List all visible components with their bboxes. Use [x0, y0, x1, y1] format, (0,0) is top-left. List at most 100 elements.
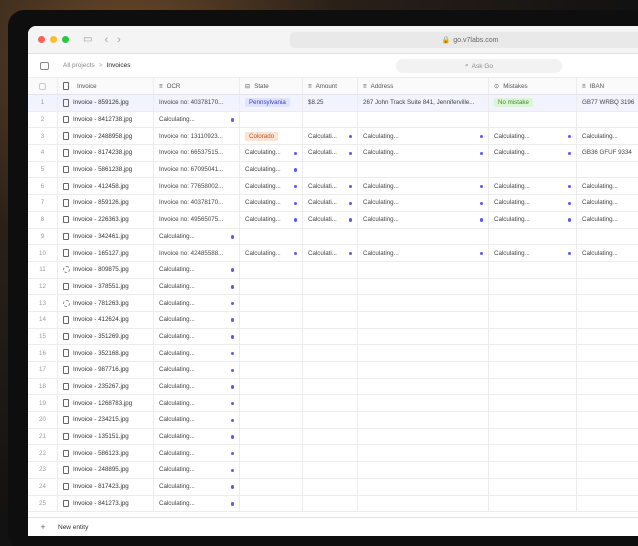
- address-cell[interactable]: [358, 311, 489, 328]
- mistakes-cell[interactable]: [489, 495, 577, 512]
- state-cell[interactable]: Calculating...: [240, 161, 303, 178]
- breadcrumb-all-projects[interactable]: All projects: [63, 62, 95, 69]
- state-cell[interactable]: [240, 428, 303, 445]
- invoice-cell[interactable]: Invoice - 412458.jpg: [58, 178, 154, 195]
- amount-cell[interactable]: [303, 228, 358, 245]
- iban-cell[interactable]: [577, 229, 638, 245]
- table-row[interactable]: 8 Invoice - 226363.jpg Invoice no: 4956507…: [28, 211, 638, 229]
- address-cell[interactable]: [358, 495, 489, 512]
- column-header-state[interactable]: ⊟ State: [240, 78, 303, 94]
- iban-cell[interactable]: [577, 412, 638, 428]
- amount-cell[interactable]: [303, 278, 358, 295]
- ocr-cell[interactable]: Calculating...: [154, 462, 240, 478]
- state-cell[interactable]: [240, 395, 303, 412]
- table-row[interactable]: 24 Invoice - 817423.jpg Calculating...: [28, 478, 638, 496]
- invoice-cell[interactable]: Invoice - 248895.jpg: [58, 462, 154, 478]
- ocr-cell[interactable]: Calculating...: [154, 445, 240, 462]
- address-cell[interactable]: Calculating...: [358, 245, 489, 261]
- invoice-cell[interactable]: Invoice - 817423.jpg: [58, 478, 154, 495]
- ocr-cell[interactable]: Calculating...: [154, 378, 240, 395]
- iban-cell[interactable]: Calculating...: [577, 212, 638, 228]
- mistakes-cell[interactable]: [489, 428, 577, 445]
- state-cell[interactable]: [240, 228, 303, 245]
- zoom-window-dot[interactable]: [62, 36, 69, 43]
- invoice-cell[interactable]: Invoice - 1268783.jpg: [58, 395, 154, 412]
- new-entity-button[interactable]: New entity: [58, 524, 88, 531]
- mistakes-cell[interactable]: [489, 478, 577, 495]
- amount-cell[interactable]: Calculati...: [303, 195, 358, 211]
- amount-cell[interactable]: [303, 412, 358, 428]
- mistakes-cell[interactable]: [489, 362, 577, 378]
- invoice-cell[interactable]: Invoice - 135151.jpg: [58, 428, 154, 445]
- state-cell[interactable]: Calculating...: [240, 145, 303, 161]
- iban-cell[interactable]: Calculating...: [577, 195, 638, 211]
- address-cell[interactable]: 267 John Track Suite 841, Jenniferville.…: [358, 95, 489, 111]
- invoice-cell[interactable]: Invoice - 5861238.jpg: [58, 161, 154, 178]
- state-cell[interactable]: [240, 311, 303, 328]
- amount-cell[interactable]: Calculati...: [303, 178, 358, 195]
- column-header-invoice[interactable]: Invoice: [58, 78, 154, 94]
- table-row[interactable]: 6 Invoice - 412458.jpg Invoice no: 7765800…: [28, 178, 638, 196]
- iban-cell[interactable]: [577, 496, 638, 512]
- invoice-cell[interactable]: Invoice - 8174238.jpg: [58, 145, 154, 161]
- column-header-address[interactable]: ≡ Address: [358, 78, 489, 94]
- mistakes-cell[interactable]: [489, 445, 577, 462]
- amount-cell[interactable]: [303, 395, 358, 412]
- ocr-cell[interactable]: Calculating...: [154, 278, 240, 295]
- iban-cell[interactable]: [577, 329, 638, 345]
- state-cell[interactable]: [240, 345, 303, 361]
- address-cell[interactable]: [358, 378, 489, 395]
- table-row[interactable]: 17 Invoice - 987716.jpg Calculating...: [28, 362, 638, 379]
- invoice-cell[interactable]: Invoice - 351269.jpg: [58, 328, 154, 345]
- address-cell[interactable]: Calculating...: [358, 145, 489, 161]
- invoice-cell[interactable]: Invoice - 378551.jpg: [58, 278, 154, 295]
- ocr-cell[interactable]: Invoice no: 66537515...: [154, 145, 240, 161]
- iban-cell[interactable]: [577, 445, 638, 461]
- ocr-cell[interactable]: Calculating...: [154, 495, 240, 512]
- amount-cell[interactable]: [303, 161, 358, 178]
- state-cell[interactable]: Pennsylvania: [240, 95, 303, 111]
- invoice-cell[interactable]: Invoice - 234215.jpg: [58, 412, 154, 428]
- mistakes-cell[interactable]: [489, 261, 577, 278]
- iban-cell[interactable]: [577, 162, 638, 178]
- amount-cell[interactable]: [303, 111, 358, 128]
- mistakes-cell[interactable]: [489, 378, 577, 395]
- ocr-cell[interactable]: Invoice no: 77658002...: [154, 178, 240, 195]
- invoice-cell[interactable]: Invoice - 235267.jpg: [58, 378, 154, 395]
- amount-cell[interactable]: [303, 478, 358, 495]
- iban-cell[interactable]: Calculating...: [577, 128, 638, 144]
- forward-arrow-icon[interactable]: ›: [117, 34, 121, 46]
- invoice-cell[interactable]: Invoice - 412624.jpg: [58, 311, 154, 328]
- address-cell[interactable]: [358, 161, 489, 178]
- mistakes-cell[interactable]: [489, 462, 577, 478]
- column-header-iban[interactable]: ≡ IBAN: [577, 78, 638, 94]
- select-all-checkbox[interactable]: [39, 82, 46, 90]
- mistakes-cell[interactable]: Calculating...: [489, 145, 577, 161]
- invoice-cell[interactable]: Invoice - 2488958.jpg: [58, 128, 154, 145]
- amount-cell[interactable]: Calculati...: [303, 145, 358, 161]
- address-cell[interactable]: [358, 362, 489, 378]
- invoice-cell[interactable]: Invoice - 859126.jpg: [58, 195, 154, 211]
- iban-cell[interactable]: [577, 479, 638, 495]
- iban-cell[interactable]: [577, 379, 638, 395]
- table-row[interactable]: 7 Invoice - 859126.jpg Invoice no: 4037817…: [28, 195, 638, 212]
- column-header-mistakes[interactable]: ⊙ Mistakes: [489, 78, 577, 94]
- iban-cell[interactable]: [577, 295, 638, 311]
- table-row[interactable]: 9 Invoice - 342461.jpg Calculating...: [28, 228, 638, 246]
- state-cell[interactable]: [240, 478, 303, 495]
- address-cell[interactable]: [358, 278, 489, 295]
- iban-cell[interactable]: [577, 262, 638, 278]
- table-row[interactable]: 4 Invoice - 8174238.jpg Invoice no: 665375…: [28, 145, 638, 162]
- address-cell[interactable]: Calculating...: [358, 178, 489, 195]
- iban-cell[interactable]: [577, 429, 638, 445]
- ocr-cell[interactable]: Invoice no: 40378170...: [154, 195, 240, 211]
- table-row[interactable]: 3 Invoice - 2488958.jpg Invoice no: 131109…: [28, 128, 638, 146]
- table-row[interactable]: 16 Invoice - 352168.jpg Calculating...: [28, 345, 638, 362]
- iban-cell[interactable]: [577, 279, 638, 295]
- iban-cell[interactable]: [577, 312, 638, 328]
- table-row[interactable]: 13 Invoice - 781263.jpg Calculating...: [28, 295, 638, 312]
- amount-cell[interactable]: [303, 311, 358, 328]
- iban-cell[interactable]: GB36 GFUF 9334: [577, 145, 638, 161]
- table-row[interactable]: 14 Invoice - 412624.jpg Calculating...: [28, 311, 638, 329]
- mistakes-cell[interactable]: [489, 395, 577, 412]
